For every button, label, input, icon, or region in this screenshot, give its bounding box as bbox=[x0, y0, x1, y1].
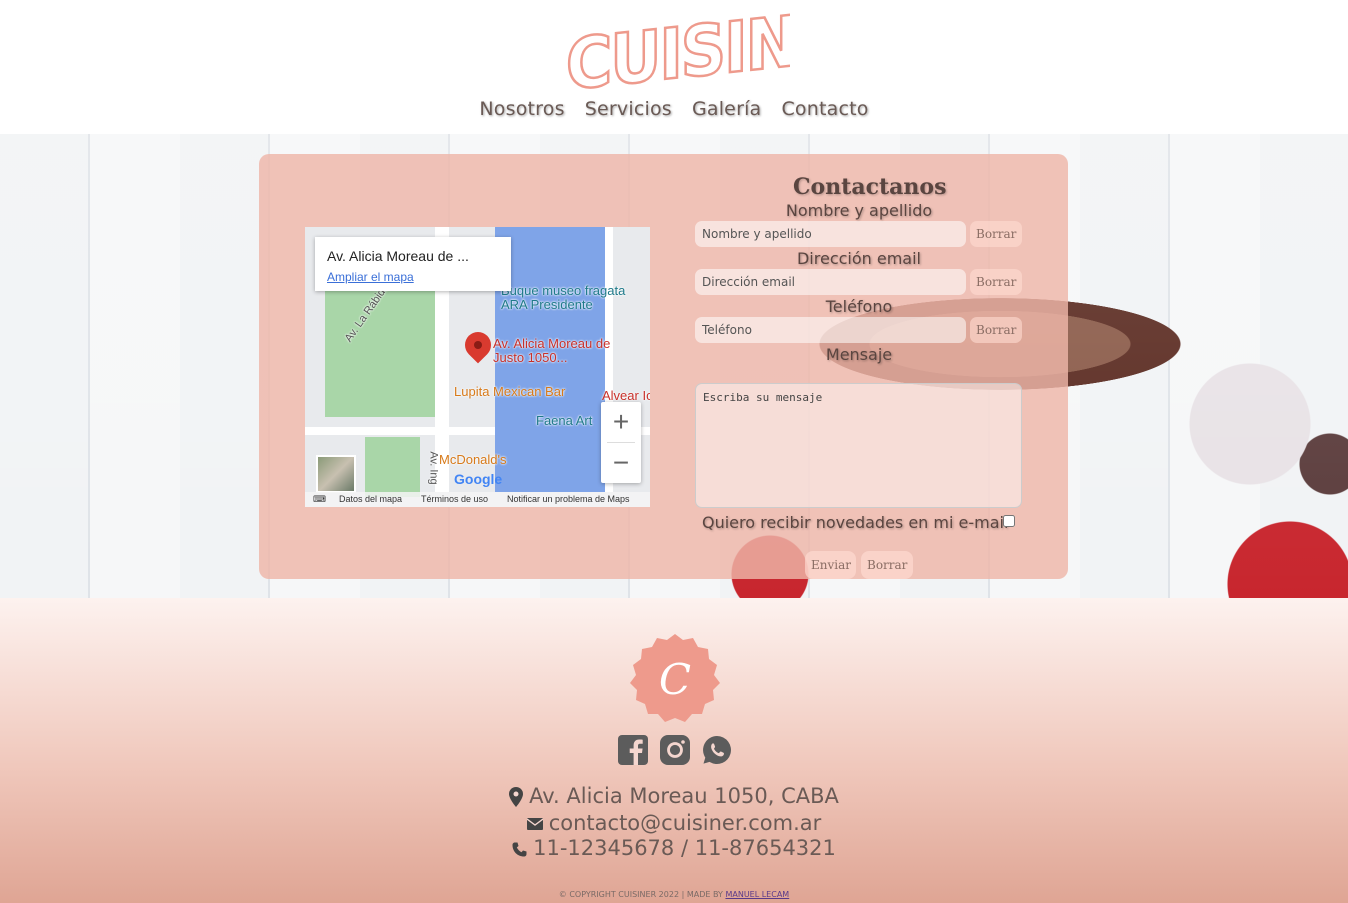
name-label: Nombre y apellido bbox=[785, 201, 933, 220]
enlarge-map-link[interactable]: Ampliar el mapa bbox=[327, 270, 414, 284]
author-link[interactable]: MANUEL LECAM bbox=[725, 890, 789, 899]
zoom-out-button[interactable]: − bbox=[601, 443, 641, 483]
footer-email: contacto@cuisiner.com.ar bbox=[0, 811, 1348, 835]
newsletter-checkbox[interactable] bbox=[1003, 515, 1015, 527]
map-place-card: Av. Alicia Moreau de ... Ampliar el mapa bbox=[315, 237, 511, 291]
footer-phone: 11-12345678 / 11-87654321 bbox=[0, 836, 1348, 860]
address-text: Av. Alicia Moreau 1050, CABA bbox=[529, 784, 839, 808]
satellite-toggle[interactable] bbox=[316, 455, 356, 493]
map-poi-lupita[interactable]: Lupita Mexican Bar bbox=[454, 384, 565, 399]
embedded-map[interactable]: Av. La Rábida Buque museo fragata ARA Pr… bbox=[305, 227, 650, 507]
google-logo: Google bbox=[454, 471, 502, 487]
whatsapp-icon[interactable] bbox=[701, 734, 733, 766]
submit-button[interactable]: Enviar bbox=[805, 551, 856, 579]
contact-form-title: Contactanos bbox=[793, 174, 947, 200]
cuisiner-logo[interactable]: CUISINER bbox=[560, 2, 790, 90]
zoom-in-button[interactable]: + bbox=[601, 402, 641, 442]
contact-panel: Av. La Rábida Buque museo fragata ARA Pr… bbox=[259, 154, 1068, 579]
map-zoom-control: + − bbox=[601, 402, 641, 483]
map-poi-mcdonalds[interactable]: McDonald's bbox=[439, 452, 507, 467]
phone-label: Teléfono bbox=[825, 297, 893, 316]
map-park bbox=[365, 437, 420, 497]
newsletter-label: Quiero recibir novedades en mi e-mail bbox=[702, 513, 1009, 532]
site-header: CUISINER Nosotros Servicios Galería Cont… bbox=[0, 0, 1348, 134]
copyright: © COPYRIGHT CUISINER 2022 | MADE BY MANU… bbox=[0, 890, 1348, 899]
map-poi-alvear[interactable]: Alvear Ic bbox=[602, 388, 650, 403]
reset-button[interactable]: Borrar bbox=[861, 551, 913, 579]
map-data-link[interactable]: Datos del mapa bbox=[339, 494, 402, 504]
envelope-icon bbox=[526, 818, 543, 830]
keyboard-icon[interactable]: ⌨ bbox=[313, 494, 326, 505]
map-street-label: Av. Ing bbox=[427, 451, 440, 485]
map-marker-icon bbox=[509, 787, 524, 807]
message-textarea[interactable] bbox=[695, 383, 1022, 508]
map-location-pin[interactable] bbox=[459, 326, 497, 364]
copyright-text: © COPYRIGHT CUISINER 2022 | MADE BY bbox=[558, 890, 723, 899]
nav-galeria[interactable]: Galería bbox=[692, 98, 761, 120]
nav-servicios[interactable]: Servicios bbox=[585, 98, 672, 120]
email-text[interactable]: contacto@cuisiner.com.ar bbox=[549, 811, 822, 835]
map-pin-label: Av. Alicia Moreau de Justo 1050... bbox=[493, 336, 611, 365]
contact-section: Av. La Rábida Buque museo fragata ARA Pr… bbox=[0, 134, 1348, 598]
nav-nosotros[interactable]: Nosotros bbox=[479, 98, 564, 120]
svg-text:C: C bbox=[659, 655, 691, 704]
nav-contacto[interactable]: Contacto bbox=[781, 98, 868, 120]
name-input[interactable] bbox=[695, 221, 966, 247]
instagram-icon[interactable] bbox=[659, 734, 691, 766]
clear-email-button[interactable]: Borrar bbox=[970, 269, 1022, 295]
phone-text[interactable]: 11-12345678 / 11-87654321 bbox=[533, 836, 836, 860]
email-label: Dirección email bbox=[796, 249, 921, 268]
footer-address: Av. Alicia Moreau 1050, CABA bbox=[0, 784, 1348, 808]
map-poi-museum[interactable]: Buque museo fragata ARA Presidente bbox=[501, 284, 650, 312]
cuisiner-seal-logo: C bbox=[630, 634, 720, 722]
svg-text:CUISINER: CUISINER bbox=[566, 2, 790, 90]
map-place-title: Av. Alicia Moreau de ... bbox=[327, 248, 469, 264]
map-report-link[interactable]: Notificar un problema de Maps bbox=[507, 494, 630, 504]
map-park bbox=[325, 287, 435, 417]
clear-name-button[interactable]: Borrar bbox=[970, 221, 1022, 247]
map-attribution-bar: ⌨ Datos del mapa Términos de uso Notific… bbox=[305, 492, 650, 507]
main-nav: Nosotros Servicios Galería Contacto bbox=[0, 98, 1348, 120]
facebook-icon[interactable] bbox=[617, 734, 649, 766]
clear-phone-button[interactable]: Borrar bbox=[970, 317, 1022, 343]
phone-input[interactable] bbox=[695, 317, 966, 343]
site-footer: C Av. Alicia Moreau 1050, CABA contacto@… bbox=[0, 598, 1348, 903]
phone-icon bbox=[512, 842, 527, 856]
map-poi-faena[interactable]: Faena Art bbox=[536, 413, 592, 428]
message-label: Mensaje bbox=[825, 345, 893, 364]
google-logo-text: Google bbox=[454, 471, 503, 487]
email-input[interactable] bbox=[695, 269, 966, 295]
map-terms-link[interactable]: Términos de uso bbox=[421, 494, 488, 504]
